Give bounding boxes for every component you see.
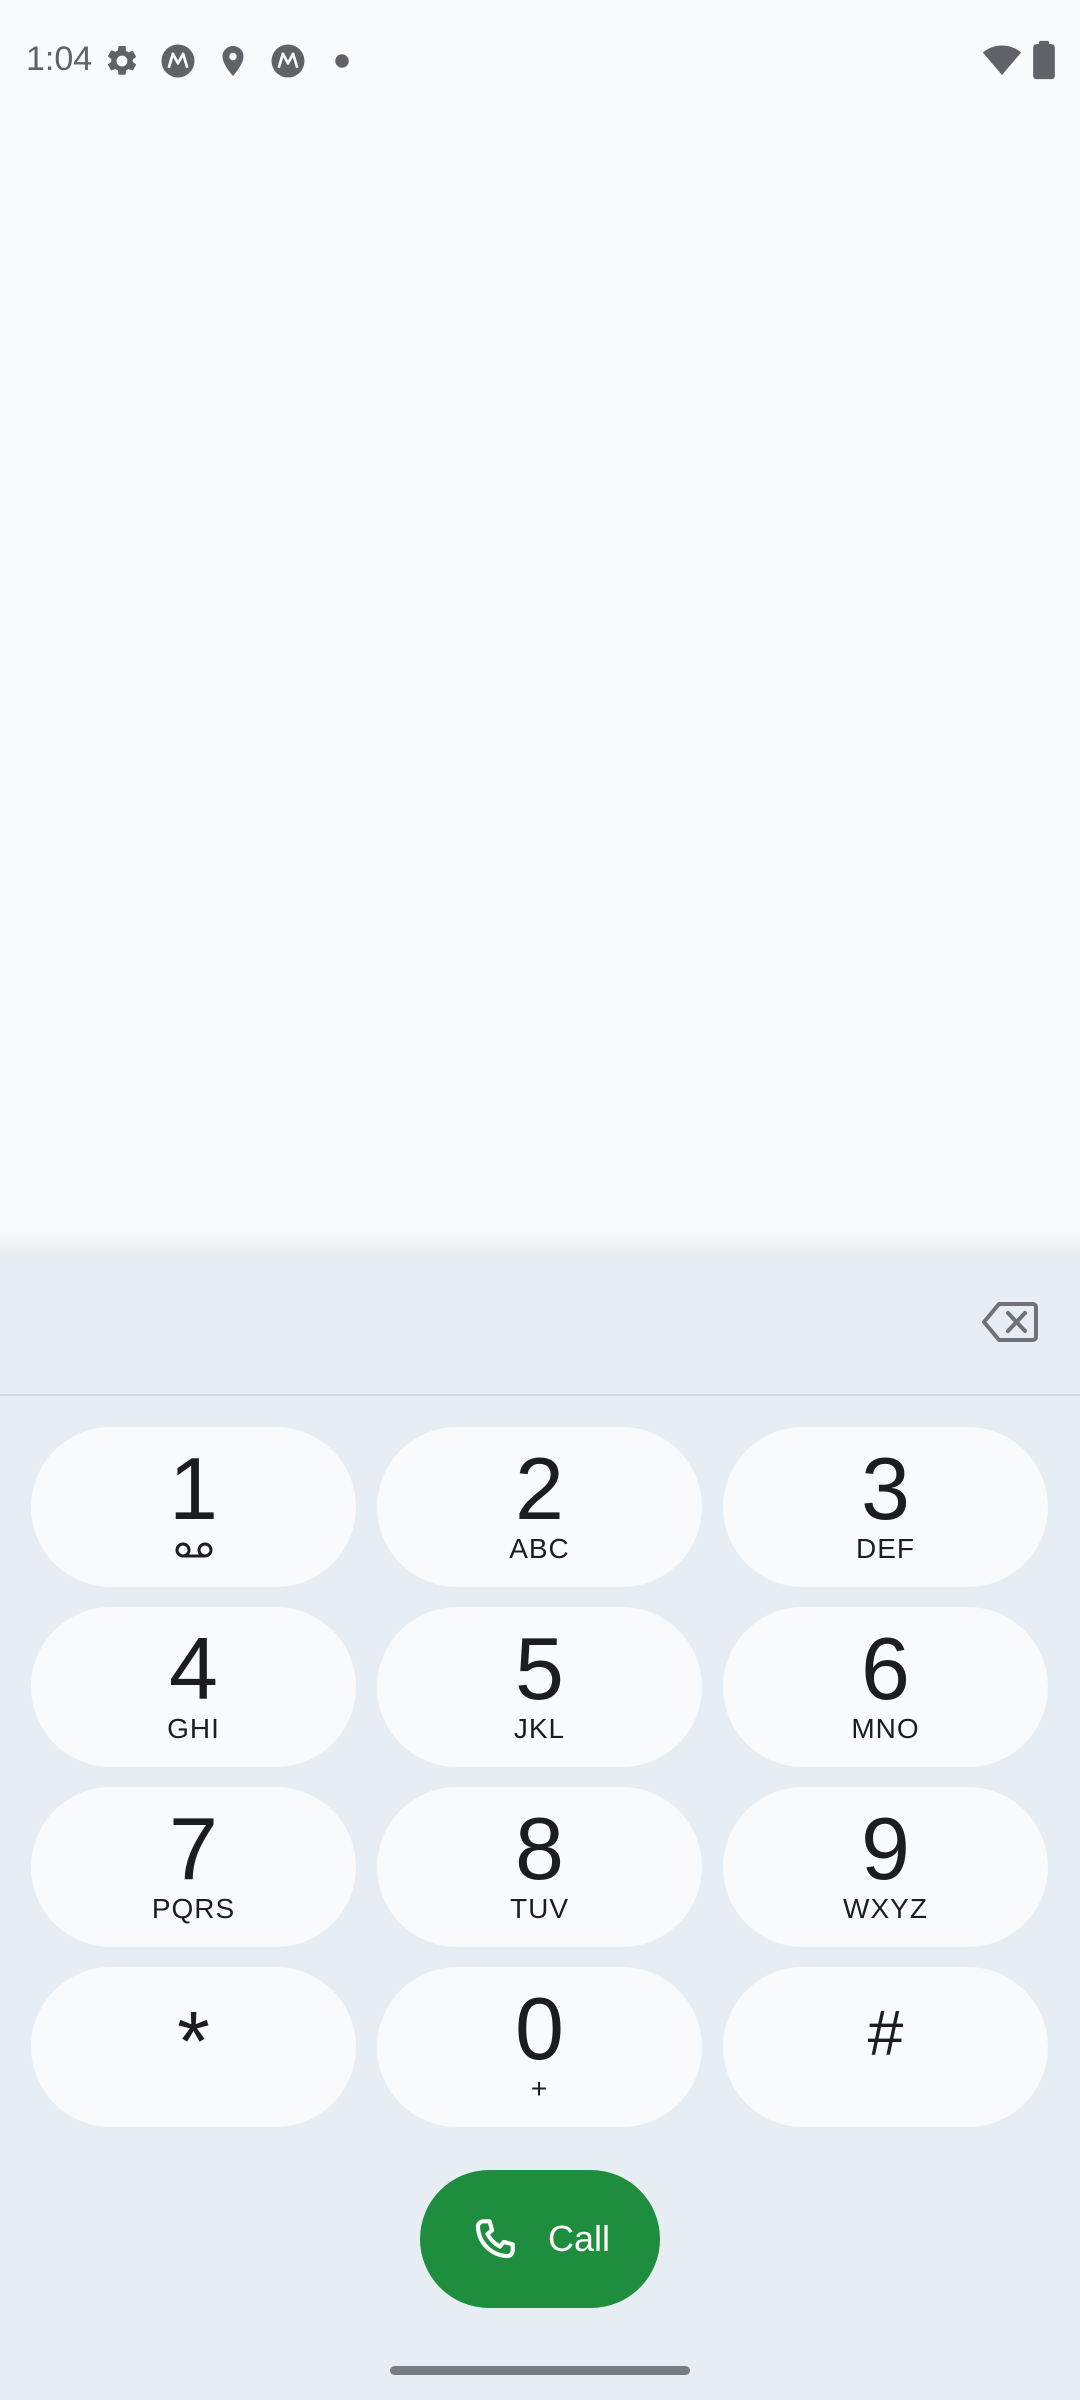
- key-letters: ABC: [509, 1533, 570, 1564]
- dot-icon: [335, 54, 349, 68]
- key-star[interactable]: *: [31, 1967, 356, 2127]
- key-9[interactable]: 9 WXYZ: [723, 1787, 1048, 1947]
- key-2[interactable]: 2 ABC: [377, 1427, 702, 1587]
- motorola-icon: [161, 44, 195, 78]
- phone-icon: [475, 2219, 515, 2259]
- key-letters: +: [530, 2073, 549, 2104]
- key-5[interactable]: 5 JKL: [377, 1607, 702, 1767]
- key-0[interactable]: 0 +: [377, 1967, 702, 2127]
- key-7[interactable]: 7 PQRS: [31, 1787, 356, 1947]
- key-hash[interactable]: #: [723, 1967, 1048, 2127]
- key-letters: JKL: [513, 1713, 566, 1744]
- key-digit: 4: [169, 1619, 218, 1718]
- key-digit: 5: [515, 1619, 564, 1718]
- backspace-icon: [982, 1302, 1038, 1342]
- key-digit: 0: [515, 1979, 564, 2078]
- gesture-nav-handle[interactable]: [390, 2366, 690, 2375]
- key-digit: 2: [515, 1439, 564, 1538]
- key-digit: 7: [169, 1799, 218, 1898]
- key-digit: 6: [861, 1619, 910, 1718]
- key-letters: WXYZ: [843, 1893, 928, 1924]
- key-letters: GHI: [167, 1713, 220, 1744]
- gear-icon: [107, 45, 137, 75]
- battery-icon: [1033, 40, 1055, 80]
- call-button[interactable]: Call: [420, 2170, 660, 2308]
- key-4[interactable]: 4 GHI: [31, 1607, 356, 1767]
- key-letters: MNO: [851, 1713, 920, 1744]
- key-1[interactable]: 1: [31, 1427, 356, 1587]
- key-digit: *: [177, 1994, 210, 2088]
- content-area: [0, 124, 1080, 1230]
- phone-number-field: [0, 1256, 1080, 1394]
- call-button-label: Call: [547, 2218, 610, 2259]
- key-6[interactable]: 6 MNO: [723, 1607, 1048, 1767]
- key-digit: 8: [515, 1799, 564, 1898]
- dialpad-panel: 1 2 ABC 3 DEF 4 GHI 5 JKL 6 MNO 7 PQRS 8…: [0, 1256, 1080, 2400]
- panel-shadow: [0, 1230, 1080, 1256]
- key-8[interactable]: 8 TUV: [377, 1787, 702, 1947]
- wifi-icon: [982, 45, 1022, 75]
- key-digit: 9: [861, 1799, 910, 1898]
- key-digit: 3: [861, 1439, 910, 1538]
- key-letters: PQRS: [151, 1893, 236, 1924]
- status-bar: 1:04: [0, 0, 1080, 124]
- key-digit: 1: [169, 1439, 218, 1538]
- key-letters: TUV: [510, 1893, 569, 1924]
- location-icon: [222, 46, 244, 76]
- status-time: 1:04: [26, 40, 93, 78]
- key-digit: #: [867, 1997, 904, 2069]
- key-letters: DEF: [856, 1533, 915, 1564]
- phone-number-input[interactable]: [60, 1290, 924, 1362]
- key-3[interactable]: 3 DEF: [723, 1427, 1048, 1587]
- backspace-button[interactable]: [970, 1282, 1050, 1362]
- motorola-icon: [271, 44, 305, 78]
- voicemail-icon: [175, 1542, 213, 1558]
- divider: [0, 1394, 1080, 1396]
- dialpad: 1 2 ABC 3 DEF 4 GHI 5 JKL 6 MNO 7 PQRS 8…: [31, 1427, 1049, 2127]
